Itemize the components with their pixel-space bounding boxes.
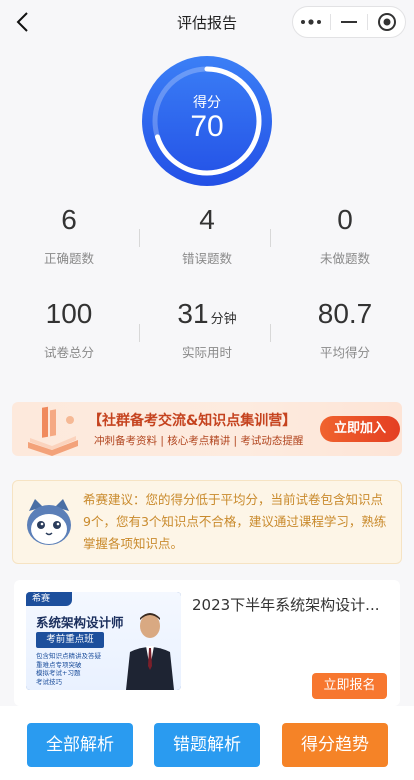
minimize-button[interactable]: [331, 7, 368, 37]
score-trend-button[interactable]: 得分趋势: [282, 723, 388, 767]
wrong-analysis-button[interactable]: 错题解析: [154, 723, 260, 767]
advice-text: 希赛建议：您的得分低于平均分，当前试卷包含知识点9个，您有3个知识点不合格，建议…: [83, 492, 387, 551]
thumb-tag: 考前重点班: [36, 632, 104, 648]
stat-value: 0: [337, 204, 353, 235]
thumb-brand: 希赛: [26, 592, 72, 606]
community-banner[interactable]: 【社群备考交流&知识点集训营】 冲刺备考资料 | 核心考点精讲 | 考试动态提醒…: [12, 402, 402, 456]
minimize-icon: [341, 21, 357, 23]
stat-value: 100: [45, 298, 93, 329]
book-illustration-icon: [28, 406, 78, 456]
thumb-line: 模拟考试+习题: [36, 669, 81, 677]
score-value: 70: [190, 110, 224, 143]
score-ring: 得分 70: [142, 56, 272, 186]
more-button[interactable]: [293, 7, 330, 37]
lecturer-photo-icon: [126, 613, 174, 690]
thumb-title: 系统架构设计师: [36, 615, 124, 630]
stat-value: 80.7: [317, 298, 373, 329]
stat-value: 31: [177, 298, 209, 329]
stat-unit: 分钟: [210, 312, 237, 327]
stat-label: 正确题数: [43, 251, 94, 266]
thumb-line: 重难点专项突破: [36, 660, 82, 669]
stat-label: 未做题数: [319, 251, 370, 266]
stat-value: 4: [199, 204, 215, 235]
course-title[interactable]: 2023下半年系统架构设计...: [192, 594, 392, 615]
stat-divider: [270, 229, 271, 247]
advice-card: 希赛建议：您的得分低于平均分，当前试卷包含知识点9个，您有3个知识点不合格，建议…: [12, 480, 402, 564]
stat-divider: [139, 229, 140, 247]
more-dots-icon: [301, 19, 322, 25]
stat-label: 试卷总分: [43, 345, 94, 360]
stat-label: 实际用时: [181, 345, 232, 360]
stat-divider: [270, 324, 271, 342]
stat-divider: [139, 324, 140, 342]
enroll-button[interactable]: 立即报名: [312, 673, 387, 699]
stat-wrong: 4 错误题数: [138, 200, 276, 267]
stats-row-answers: 6 正确题数 4 错误题数 0 未做题数: [0, 200, 414, 267]
mini-program-capsule: [292, 6, 406, 38]
stats-row-score: 100 试卷总分 31 分钟 实际用时 80.7 平均得分: [0, 294, 414, 361]
banner-subtitle: 冲刺备考资料 | 核心考点精讲 | 考试动态提醒: [94, 435, 304, 447]
stat-value: 6: [61, 204, 77, 235]
join-now-button[interactable]: 立即加入: [320, 416, 400, 442]
close-target-icon: [377, 13, 396, 31]
stat-total-score: 100 试卷总分: [0, 294, 138, 361]
stat-correct: 6 正确题数: [0, 200, 138, 267]
course-card[interactable]: 希赛 系统架构设计师 考前重点班 包含知识点精讲及答疑 重难点专项突破 模拟考试…: [14, 580, 400, 706]
cat-mascot-icon: [27, 499, 71, 545]
stat-label: 平均得分: [319, 345, 370, 360]
stat-average-score: 80.7 平均得分: [276, 294, 414, 361]
nav-bar: 评估报告: [0, 0, 414, 46]
stat-time-used: 31 分钟 实际用时: [138, 294, 276, 361]
all-analysis-button[interactable]: 全部解析: [27, 723, 133, 767]
banner-title: 【社群备考交流&知识点集训营】: [88, 413, 297, 429]
close-button[interactable]: [368, 7, 405, 37]
stat-label: 错误题数: [181, 251, 232, 266]
thumb-line: 考试技巧: [36, 677, 62, 686]
course-thumbnail[interactable]: 希赛 系统架构设计师 考前重点班 包含知识点精讲及答疑 重难点专项突破 模拟考试…: [26, 592, 181, 690]
bottom-action-bar: 全部解析 错题解析 得分趋势: [0, 706, 414, 780]
stat-unanswered: 0 未做题数: [276, 200, 414, 267]
thumb-line: 包含知识点精讲及答疑: [36, 652, 101, 660]
score-label: 得分: [193, 95, 221, 111]
